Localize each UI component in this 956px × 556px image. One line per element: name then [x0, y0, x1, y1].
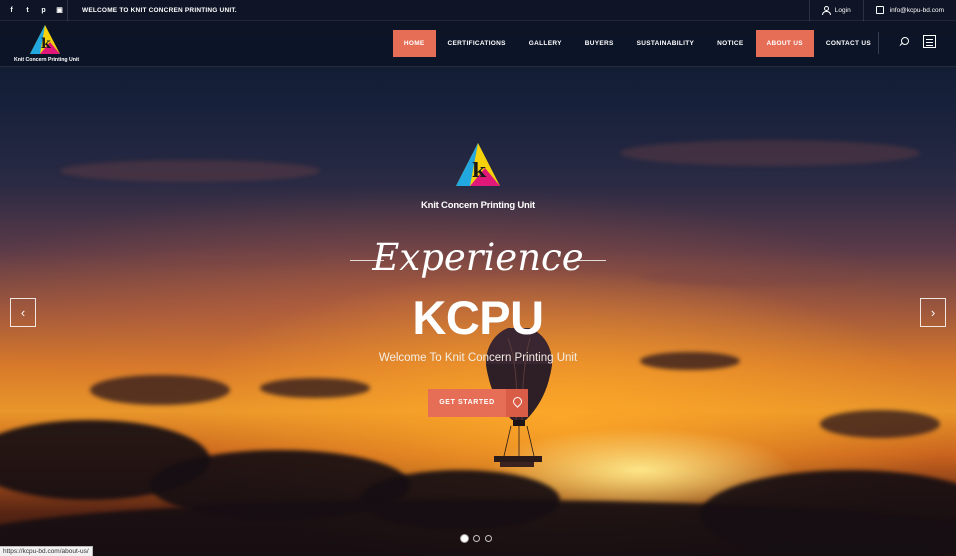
hero-subtitle: Welcome To Knit Concern Printing Unit: [378, 352, 578, 364]
facebook-icon[interactable]: f: [8, 7, 15, 14]
pinterest-icon[interactable]: p: [40, 7, 47, 14]
welcome-text: WELCOME TO KNIT CONCREN PRINTING UNIT.: [82, 6, 237, 14]
nav-gallery[interactable]: GALLERY: [518, 30, 573, 57]
nav-about-us[interactable]: ABOUT US: [755, 30, 814, 57]
hero-logo-icon: k: [456, 143, 500, 186]
slider-dot-1[interactable]: [461, 535, 468, 542]
nav-menu: HOME CERTIFICATIONS GALLERY BUYERS SUSTA…: [392, 30, 882, 57]
hero-tagline: Experience: [372, 236, 584, 279]
user-icon: [821, 6, 831, 15]
hamburger-menu-icon[interactable]: [923, 35, 936, 48]
hero-title: KCPU: [412, 291, 544, 344]
tagline-line-right: [572, 260, 606, 261]
login-link[interactable]: Login: [808, 0, 863, 21]
login-label: Login: [834, 6, 851, 14]
slider-prev-button[interactable]: ‹: [10, 298, 36, 327]
svg-text:k: k: [472, 158, 487, 182]
nav-sustainability[interactable]: SUSTAINABILITY: [626, 30, 706, 57]
email-label: info@kcpu-bd.com: [889, 6, 944, 14]
hero-tagline-row: Experience: [350, 236, 606, 282]
nav-certifications[interactable]: CERTIFICATIONS: [437, 30, 517, 57]
svg-text:k: k: [41, 36, 51, 52]
top-right-links: Login info@kcpu-bd.com: [808, 0, 956, 21]
get-started-label: GET STARTED: [428, 389, 506, 417]
hero-logo-text: Knit Concern Printing Unit: [420, 200, 536, 211]
envelope-icon: [875, 6, 884, 14]
nav-home[interactable]: HOME: [392, 30, 436, 57]
social-links: f t p ▣: [0, 0, 68, 21]
slider-dot-2[interactable]: [473, 535, 480, 542]
slider-next-button[interactable]: ›: [920, 298, 946, 327]
nav-buyers[interactable]: BUYERS: [574, 30, 625, 57]
slider-dots: [461, 535, 492, 542]
brand-logo[interactable]: k Knit Concern Printing Unit: [14, 24, 80, 64]
search-icon[interactable]: [899, 37, 910, 48]
instagram-icon[interactable]: ▣: [56, 7, 63, 14]
main-navbar: k Knit Concern Printing Unit HOME CERTIF…: [0, 21, 956, 67]
map-pin-icon: [506, 389, 528, 417]
brand-name: Knit Concern Printing Unit: [14, 57, 80, 63]
twitter-icon[interactable]: t: [24, 7, 31, 14]
top-bar: f t p ▣ WELCOME TO KNIT CONCREN PRINTING…: [0, 0, 956, 21]
get-started-button[interactable]: GET STARTED: [428, 389, 528, 417]
slider-dot-3[interactable]: [485, 535, 492, 542]
nav-contact-us[interactable]: CONTACT US: [815, 30, 882, 57]
kcpu-logo-icon: k: [30, 25, 60, 54]
status-bar-url: https://kcpu-bd.com/about-us/: [0, 546, 93, 556]
nav-notice[interactable]: NOTICE: [706, 30, 754, 57]
nav-divider: [878, 32, 879, 54]
email-link[interactable]: info@kcpu-bd.com: [862, 0, 956, 21]
